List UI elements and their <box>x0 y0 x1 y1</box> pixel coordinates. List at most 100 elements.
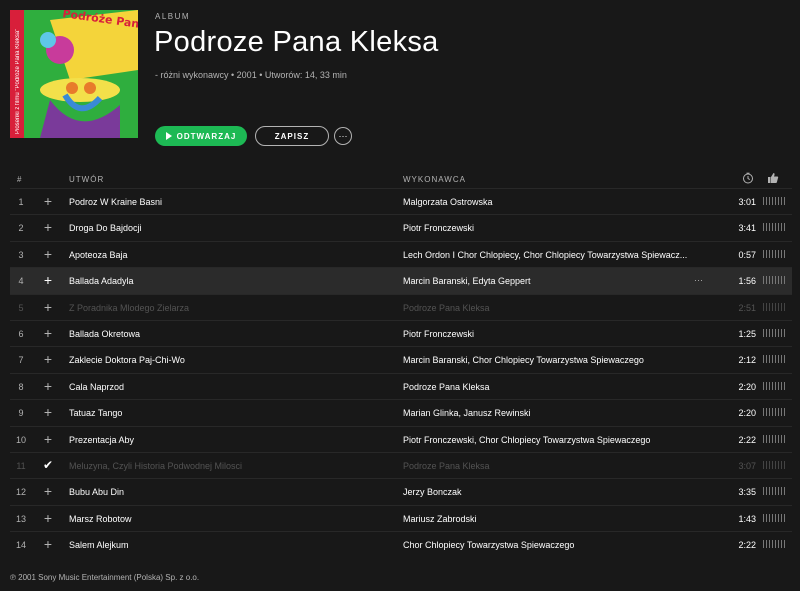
track-title: Podroz W Kraine Basni <box>69 197 163 207</box>
track-duration: 2:22 <box>738 540 756 551</box>
more-options-button[interactable]: ··· <box>334 127 352 145</box>
track-artist[interactable]: Chor Chlopiecy Towarzystwa Spiewaczego <box>403 540 574 550</box>
plus-icon[interactable]: + <box>41 511 55 525</box>
play-button-label: ODTWARZAJ <box>176 131 237 141</box>
track-title: Ballada Okretowa <box>69 328 141 339</box>
plus-icon[interactable]: + <box>41 273 55 287</box>
save-button[interactable]: ZAPISZ <box>255 126 329 146</box>
track-duration: 1:56 <box>738 276 756 287</box>
track-duration: 2:22 <box>738 434 756 445</box>
track-title: Marsz Robotow <box>69 513 132 524</box>
popularity-bar <box>763 540 785 549</box>
track-duration: 2:20 <box>738 408 756 419</box>
track-duration: 2:20 <box>738 381 756 392</box>
track-number: 9 <box>18 408 24 419</box>
track-row[interactable]: 11 ✔ Meluzyna, Czyli Historia Podwodnej Mi… <box>10 451 792 478</box>
track-row[interactable]: 10 + Prezentacja Aby Piotr Fronczewski, Cho… <box>10 425 792 452</box>
track-number: 10 <box>15 434 26 445</box>
header-artist[interactable]: WYKONAWCA <box>403 175 466 184</box>
plus-icon[interactable]: + <box>41 405 55 419</box>
plus-icon[interactable]: + <box>41 432 55 446</box>
track-duration: 3:07 <box>738 460 756 471</box>
track-artist[interactable]: Podroze Pana Kleksa <box>403 382 490 392</box>
track-title: Zaklecie Doktora Paj-Chi-Wo <box>69 355 185 366</box>
track-row[interactable]: 1 + Podroz W Kraine Basni Malgorzata Ostrow… <box>10 188 792 214</box>
track-row[interactable]: 9 + Tatuaz Tango Marian Glinka, Janusz Rewi… <box>10 399 792 425</box>
plus-icon[interactable]: + <box>41 537 55 551</box>
track-number: 12 <box>15 487 26 498</box>
popularity-bar <box>763 249 785 258</box>
popularity-bar <box>763 223 785 232</box>
track-number: 3 <box>18 249 24 260</box>
album-title: Podroze Pana Kleksa <box>154 26 439 58</box>
track-title: Prezentacja Aby <box>69 434 135 445</box>
track-artist[interactable]: Podroze Pana Kleksa <box>403 303 490 313</box>
header-number[interactable]: # <box>17 175 22 184</box>
track-duration: 3:01 <box>738 197 756 207</box>
track-artist[interactable]: Marian Glinka, Janusz Rewinski <box>403 408 531 418</box>
track-title: Cala Naprzod <box>69 381 125 392</box>
track-artist[interactable]: Piotr Fronczewski <box>403 223 474 233</box>
check-icon[interactable]: ✔ <box>41 458 55 472</box>
track-number: 6 <box>18 328 24 339</box>
track-row[interactable]: 2 + Droga Do Bajdocji Piotr Fronczewski 3:41 <box>10 214 792 240</box>
track-artist[interactable]: Podroze Pana Kleksa <box>403 461 490 471</box>
track-list: 1 + Podroz W Kraine Basni Malgorzata Ostrow… <box>10 188 792 557</box>
clock-icon[interactable] <box>742 172 754 186</box>
album-type-label: ALBUM <box>155 12 191 21</box>
popularity-bar <box>763 513 785 522</box>
track-row[interactable]: 5 + Z Poradnika Mlodego Zielarza Podroze Pa… <box>10 293 792 320</box>
plus-icon[interactable]: + <box>41 220 55 234</box>
thumbs-up-icon[interactable] <box>767 172 779 186</box>
plus-icon[interactable]: + <box>41 194 55 208</box>
track-duration: 2:12 <box>738 355 756 366</box>
track-number: 8 <box>18 381 24 392</box>
track-artist[interactable]: Lech Ordon I Chor Chlopiecy, Chor Chlopi… <box>403 250 687 260</box>
track-artist[interactable]: Piotr Fronczewski, Chor Chlopiecy Towarz… <box>403 435 650 445</box>
plus-icon[interactable]: + <box>41 247 55 261</box>
track-duration: 2:51 <box>738 302 756 313</box>
track-row[interactable]: 14 + Salem Alejkum Chor Chlopiecy Towarzyst… <box>10 531 792 557</box>
album-meta: - różni wykonawcy • 2001 • Utworów: 14, … <box>155 70 347 80</box>
track-number: 11 <box>16 460 26 471</box>
plus-icon[interactable]: + <box>41 300 55 314</box>
track-row[interactable]: 3 + Apoteoza Baja Lech Ordon I Chor Chlopie… <box>10 240 792 267</box>
play-button[interactable]: ODTWARZAJ <box>155 126 247 146</box>
track-number: 4 <box>18 276 24 287</box>
header-track[interactable]: UTWÓR <box>69 175 104 184</box>
track-duration: 3:35 <box>738 487 756 498</box>
album-cover[interactable]: Podróże Pana Kleksa Piosenki z filmu "Po… <box>10 10 138 138</box>
popularity-bar <box>763 355 785 364</box>
track-row[interactable]: 6 + Ballada Okretowa Piotr Fronczewski 1:25 <box>10 319 792 346</box>
track-row[interactable]: 4 + Ballada Adadyla Marcin Baranski, Edyta … <box>10 267 792 294</box>
plus-icon[interactable]: + <box>41 352 55 366</box>
track-row[interactable]: 12 + Bubu Abu Din Jerzy Bonczak 3:35 <box>10 478 792 504</box>
track-title: Droga Do Bajdocji <box>69 223 142 234</box>
popularity-bar <box>763 408 785 417</box>
track-row[interactable]: 13 + Marsz Robotow Mariusz Zabrodski 1:43 <box>10 504 792 531</box>
plus-icon[interactable]: + <box>41 379 55 393</box>
popularity-bar <box>763 434 785 443</box>
track-artist[interactable]: Marcin Baranski, Chor Chlopiecy Towarzys… <box>403 355 644 365</box>
popularity-bar <box>763 328 785 337</box>
track-row[interactable]: 8 + Cala Naprzod Podroze Pana Kleksa 2:20 <box>10 372 792 399</box>
popularity-bar <box>763 381 785 390</box>
track-number: 2 <box>18 223 24 234</box>
track-row[interactable]: 7 + Zaklecie Doktora Paj-Chi-Wo Marcin Bara… <box>10 346 792 372</box>
track-artist[interactable]: Malgorzata Ostrowska <box>403 197 493 207</box>
track-artist[interactable]: Mariusz Zabrodski <box>403 514 477 524</box>
plus-icon[interactable]: + <box>41 484 55 498</box>
plus-icon[interactable]: + <box>41 326 55 340</box>
popularity-bar <box>763 460 785 469</box>
track-number: 1 <box>18 197 24 207</box>
save-button-label: ZAPISZ <box>274 131 310 141</box>
track-artist[interactable]: Jerzy Bonczak <box>403 487 462 497</box>
track-number: 14 <box>15 540 26 551</box>
track-title: Apoteoza Baja <box>69 249 128 260</box>
track-title: Bubu Abu Din <box>69 487 125 498</box>
track-artist[interactable]: Marcin Baranski, Edyta Geppert <box>403 276 531 286</box>
row-menu-icon[interactable]: ··· <box>694 275 703 285</box>
track-artist[interactable]: Piotr Fronczewski <box>403 329 474 339</box>
track-duration: 1:25 <box>738 328 756 339</box>
popularity-bar <box>763 276 785 285</box>
